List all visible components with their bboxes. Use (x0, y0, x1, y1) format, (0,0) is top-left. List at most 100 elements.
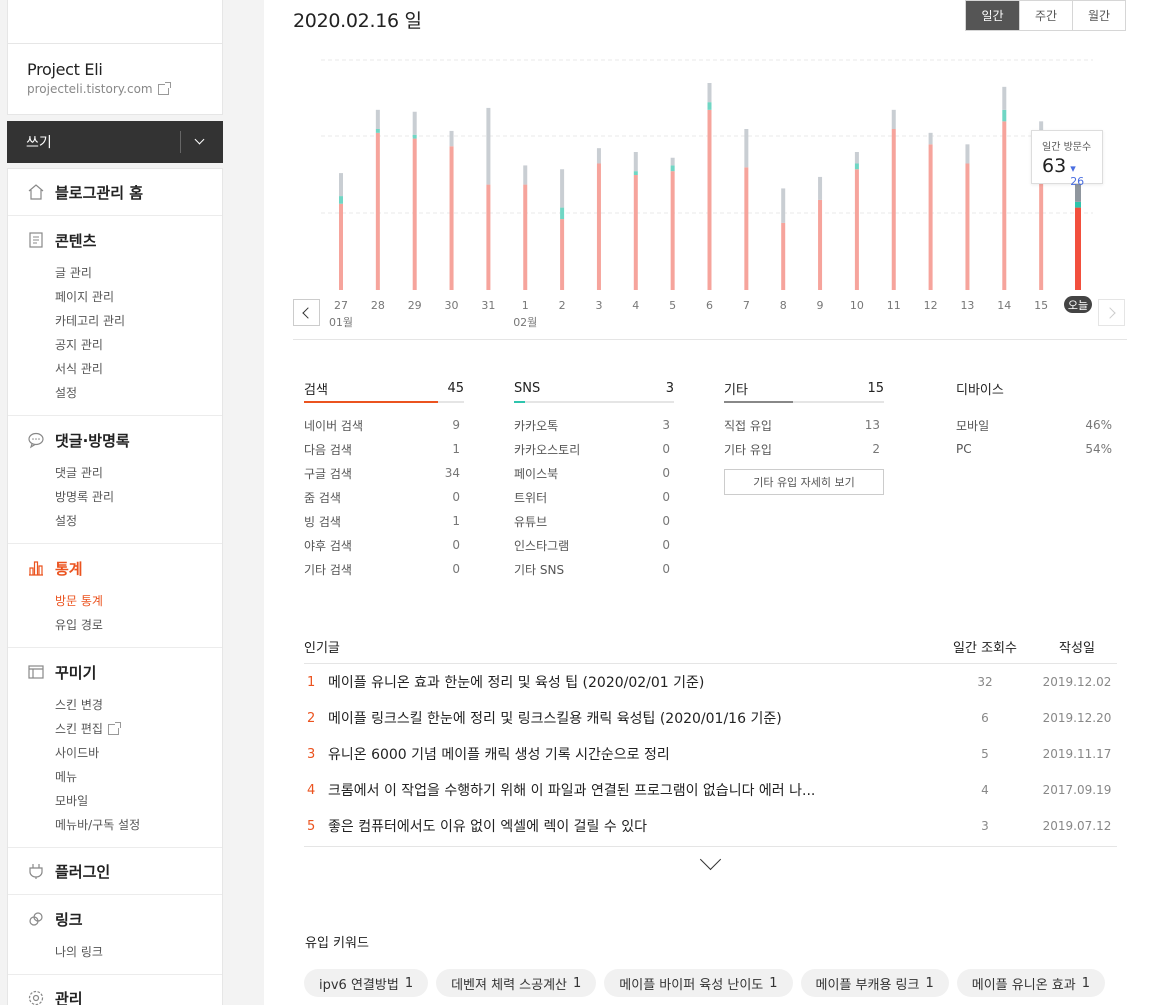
submenu-menubar-subscribe[interactable]: 메뉴바/구독 설정 (55, 813, 222, 837)
chart-bar-segment[interactable] (560, 207, 565, 220)
chart-bar-segment[interactable] (596, 163, 601, 291)
chart-bar-segment[interactable] (486, 107, 491, 185)
chart-bar-segment[interactable] (854, 152, 859, 164)
chart-bar-segment[interactable] (523, 165, 528, 185)
chart-bar-segment[interactable] (891, 129, 896, 290)
chart-bar-segment[interactable] (670, 157, 675, 166)
chart-bar-segment[interactable] (928, 132, 933, 145)
chart-bar-segment[interactable] (707, 83, 712, 103)
chart-bar-segment[interactable] (744, 167, 749, 290)
chart-bar-segment[interactable] (449, 130, 454, 147)
external-link-icon[interactable] (157, 81, 171, 95)
keyword-chip[interactable]: 메이플 부캐용 링크 1 (800, 969, 949, 997)
chart-bar-segment[interactable] (375, 132, 380, 290)
chart-bar-segment[interactable] (928, 144, 933, 290)
chart-bar-segment[interactable] (965, 163, 970, 291)
popular-title[interactable]: 메이플 유니온 효과 한눈에 정리 및 육성 팁 (2020/02/01 기준) (328, 672, 933, 692)
submenu-template-manage[interactable]: 서식 관리 (55, 357, 222, 381)
write-button[interactable]: 쓰기 (7, 121, 223, 163)
popular-row[interactable]: 4 크롬에서 이 작업을 수행하기 위해 이 파일과 연결된 프로그램이 없습니다… (304, 772, 1117, 808)
popular-row[interactable]: 5 좋은 컴퓨터에서도 이유 없이 엑셀에 렉이 걸릴 수 있다 3 2019.07.… (304, 808, 1117, 844)
tab-weekly[interactable]: 주간 (1019, 1, 1072, 30)
submenu-guestbook-manage[interactable]: 방명록 관리 (55, 485, 222, 509)
tab-daily[interactable]: 일간 (966, 1, 1019, 30)
chart-bar-segment[interactable] (633, 171, 638, 175)
chart-bar-segment[interactable] (854, 169, 859, 290)
chart-bar-segment[interactable] (1002, 121, 1007, 290)
chart-bar-segment[interactable] (891, 109, 896, 129)
chart-bar-segment[interactable] (1002, 109, 1007, 122)
submenu-notice-manage[interactable]: 공지 관리 (55, 333, 222, 357)
chart-bar-segment[interactable] (854, 163, 859, 170)
submenu-comment-manage[interactable]: 댓글 관리 (55, 461, 222, 485)
blog-url-link[interactable]: projecteli.tistory.com (27, 81, 222, 96)
tab-monthly[interactable]: 월간 (1072, 1, 1125, 30)
sidebar-item-decorate[interactable]: 꾸미기 (27, 648, 222, 696)
chart-bar-segment[interactable] (1002, 86, 1007, 110)
chart-bar-segment[interactable] (412, 111, 417, 135)
submenu-post-manage[interactable]: 글 관리 (55, 261, 222, 285)
chart-bar-segment[interactable] (412, 138, 417, 290)
submenu-menu[interactable]: 메뉴 (55, 765, 222, 789)
submenu-skin-edit[interactable]: 스킨 편집 (55, 717, 222, 741)
submenu-comments-settings[interactable]: 설정 (55, 509, 222, 533)
sidebar-item-contents[interactable]: 콘텐츠 (27, 216, 222, 264)
chart-bar-segment[interactable] (781, 222, 786, 290)
popular-title[interactable]: 메이플 링크스킬 한눈에 정리 및 링크스킬용 캐릭 육성팁 (2020/01/… (328, 708, 933, 728)
chart-bar-segment[interactable] (1075, 201, 1081, 208)
submenu-sidebar[interactable]: 사이드바 (55, 741, 222, 765)
submenu-my-links[interactable]: 나의 링크 (55, 940, 222, 964)
keyword-chip[interactable]: ipv6 연결방법 1 (304, 969, 429, 997)
popular-title[interactable]: 크롬에서 이 작업을 수행하기 위해 이 파일과 연결된 프로그램이 없습니다 … (328, 780, 933, 800)
sidebar-item-home[interactable]: 블로그관리 홈 (27, 169, 222, 215)
keyword-chip[interactable]: 메이플 유니온 효과 1 (956, 969, 1105, 997)
sidebar-item-manage[interactable]: 관리 (27, 975, 222, 1005)
chart-bar-segment[interactable] (818, 176, 823, 200)
chart-bar-segment[interactable] (965, 144, 970, 164)
chart-bar-segment[interactable] (707, 102, 712, 110)
popular-row[interactable]: 2 메이플 링크스킬 한눈에 정리 및 링크스킬용 캐릭 육성팁 (2020/01… (304, 700, 1117, 736)
chart-bar-segment[interactable] (744, 129, 749, 168)
popular-row[interactable]: 3 유니온 6000 기념 메이플 캐릭 생성 기록 시간순으로 정리 5 2019.… (304, 736, 1117, 772)
chart-bar-segment[interactable] (818, 199, 823, 290)
sidebar-item-stats[interactable]: 통계 (27, 544, 222, 592)
chart-bar-segment[interactable] (375, 109, 380, 129)
chart-bar-segment[interactable] (339, 196, 343, 204)
chart-bar-segment[interactable] (707, 109, 712, 290)
submenu-visit-stats[interactable]: 방문 통계 (55, 589, 222, 613)
chart-bar-segment[interactable] (339, 173, 343, 197)
popular-row[interactable]: 1 메이플 유니온 효과 한눈에 정리 및 육성 팁 (2020/02/01 기준… (304, 664, 1117, 700)
chevron-down-icon[interactable] (194, 134, 205, 145)
sidebar-item-link[interactable]: 링크 (27, 895, 222, 943)
blog-url[interactable]: projecteli.tistory.com (27, 82, 153, 96)
submenu-page-manage[interactable]: 페이지 관리 (55, 285, 222, 309)
chart-bar-segment[interactable] (412, 134, 417, 139)
submenu-category-manage[interactable]: 카테고리 관리 (55, 309, 222, 333)
chart-bar-segment[interactable] (633, 152, 638, 172)
chart-bar-segment[interactable] (596, 148, 601, 164)
chart-next-button[interactable] (1098, 299, 1125, 326)
blog-name[interactable]: Project Eli (27, 60, 222, 79)
chart-bar-segment[interactable] (1075, 207, 1081, 290)
sidebar-item-comments[interactable]: 댓글·방명록 (27, 416, 222, 464)
submenu-skin-change[interactable]: 스킨 변경 (55, 693, 222, 717)
popular-title[interactable]: 좋은 컴퓨터에서도 이유 없이 엑셀에 렉이 걸릴 수 있다 (328, 816, 933, 836)
expand-chevron-icon[interactable] (701, 856, 721, 876)
popular-title[interactable]: 유니온 6000 기념 메이플 캐릭 생성 기록 시간순으로 정리 (328, 744, 933, 764)
sidebar-item-plugin[interactable]: 플러그인 (27, 848, 222, 894)
other-inflow-detail-button[interactable]: 기타 유입 자세히 보기 (724, 469, 884, 495)
chart-bar-segment[interactable] (670, 165, 675, 172)
keyword-chip[interactable]: 데벤져 체력 스공계산 1 (436, 969, 597, 997)
submenu-inflow-path[interactable]: 유입 경로 (55, 613, 222, 637)
chart-bar-segment[interactable] (781, 188, 786, 223)
chart-bar-segment[interactable] (560, 169, 565, 208)
chart-bar-segment[interactable] (560, 219, 565, 290)
chart-bar-segment[interactable] (633, 175, 638, 290)
keyword-chip[interactable]: 메이플 바이퍼 육성 난이도 1 (604, 969, 793, 997)
chart-bar-segment[interactable] (486, 184, 491, 290)
chart-prev-button[interactable] (293, 299, 320, 326)
chart-bar-segment[interactable] (375, 129, 380, 133)
chart-bar-segment[interactable] (670, 171, 675, 290)
submenu-contents-settings[interactable]: 설정 (55, 381, 222, 405)
submenu-mobile[interactable]: 모바일 (55, 789, 222, 813)
